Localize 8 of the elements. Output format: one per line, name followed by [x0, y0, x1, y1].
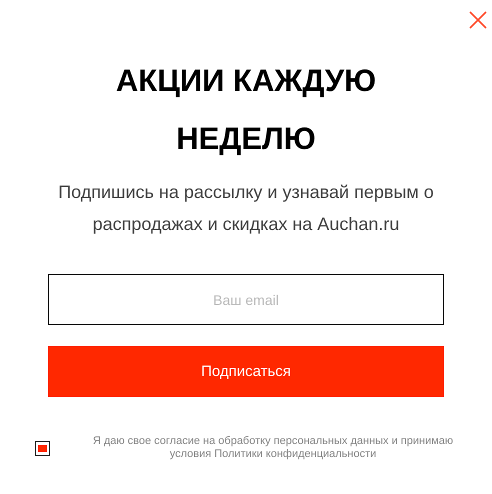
- email-input-field[interactable]: Ваш email: [48, 274, 444, 325]
- consent-text: Я даю свое согласие на обработку персональных данных и принимаю условия Политики конфиденциальности: [92, 435, 454, 461]
- subscribe-button[interactable]: Подписаться: [48, 346, 444, 397]
- close-icon: [468, 10, 488, 30]
- consent-checkbox[interactable]: [35, 440, 50, 456]
- popup-title: АКЦИИ КАЖДУЮ НЕДЕЛЮ: [114, 62, 378, 158]
- close-button[interactable]: [468, 10, 488, 30]
- popup-subtitle: Подпишись на рассылку и узнавай первым о распродажах и скидках на Auchan.ru: [57, 181, 435, 236]
